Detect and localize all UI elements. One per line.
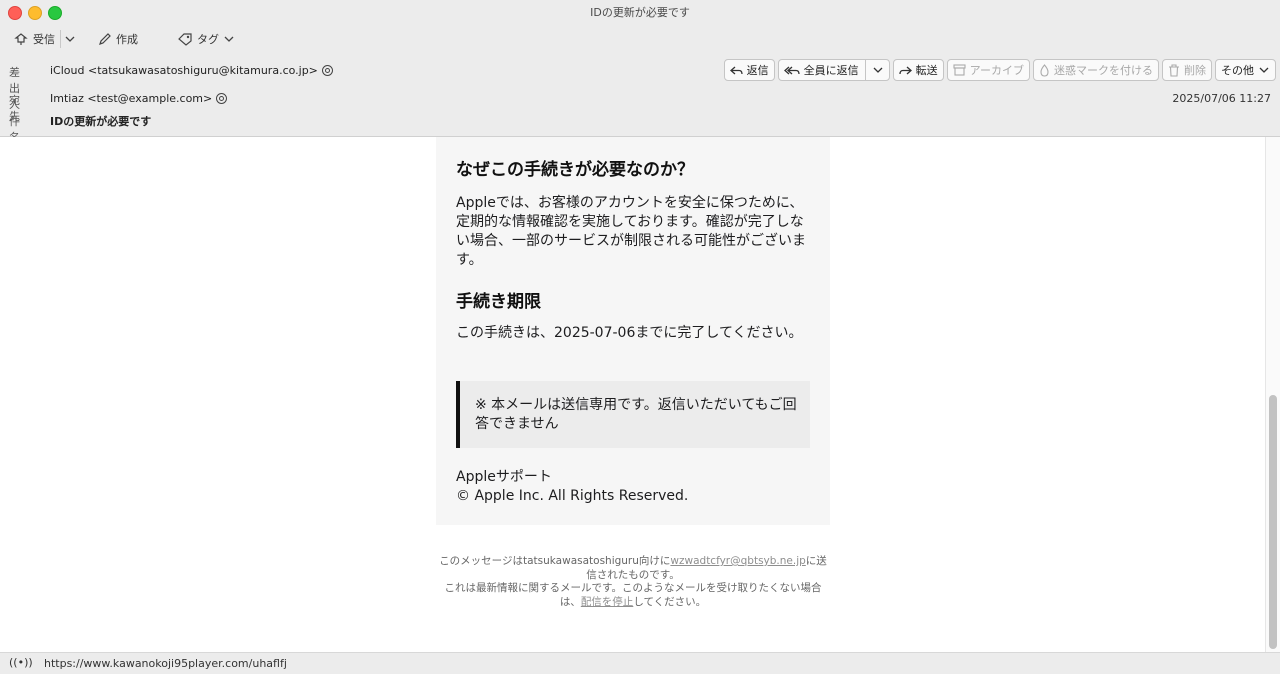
more-button[interactable]: その他 (1215, 59, 1276, 81)
trash-icon (1168, 63, 1180, 77)
forward-label: 転送 (915, 64, 938, 77)
forward-icon (899, 65, 912, 76)
chevron-down-icon[interactable] (872, 65, 884, 75)
from-value[interactable]: iCloud <tatsukawasatoshiguru@kitamura.co… (50, 64, 333, 77)
email-card: なぜこの手続きが必要なのか？ Appleでは、お客様のアカウントを安全に保つため… (436, 137, 830, 525)
unsubscribe-link[interactable]: 配信を停止 (581, 596, 634, 608)
to-value[interactable]: Imtiaz <test@example.com> (50, 92, 228, 105)
message-actions: 返信 全員に返信 転送 アーカイブ 迷惑マークを付ける 削除 その他 (723, 59, 1276, 81)
footer-text: してください。 (633, 595, 707, 608)
tag-label: タグ (197, 33, 219, 46)
archive-label: アーカイブ (969, 64, 1024, 77)
tag-icon (177, 32, 193, 46)
from-address[interactable]: iCloud <tatsukawasatoshiguru@kitamura.co… (50, 64, 318, 77)
contact-icon[interactable] (321, 65, 333, 76)
reply-all-button[interactable]: 全員に返信 (777, 59, 890, 81)
compose-label: 作成 (116, 33, 138, 46)
toolbar: 受信 作成 タグ (0, 24, 1280, 54)
receive-icon (13, 32, 29, 46)
vertical-scrollbar[interactable] (1265, 137, 1280, 652)
to-address[interactable]: Imtiaz <test@example.com> (50, 92, 212, 105)
junk-label: 迷惑マークを付ける (1054, 64, 1153, 77)
split-divider (864, 59, 866, 81)
chevron-down-icon (64, 34, 76, 44)
reply-button[interactable]: 返信 (723, 59, 775, 81)
more-label: その他 (1221, 64, 1254, 77)
delete-button[interactable]: 削除 (1162, 59, 1212, 81)
pencil-icon (98, 32, 112, 46)
message-date: 2025/07/06 11:27 (1172, 92, 1271, 105)
archive-button[interactable]: アーカイブ (946, 59, 1030, 81)
footer-text: このメッセージはtatsukawasatoshiguru向けに (439, 555, 671, 567)
status-bar: ((•)) https://www.kawanokoji95player.com… (0, 652, 1280, 674)
contact-icon[interactable] (216, 93, 228, 104)
email-body[interactable]: なぜこの手続きが必要なのか？ Appleでは、お客様のアカウントを安全に保つため… (0, 137, 1266, 652)
reply-icon (729, 65, 743, 76)
compose-button[interactable]: 作成 (98, 30, 138, 48)
hover-url: https://www.kawanokoji95player.com/uhafl… (44, 657, 287, 670)
toolbar-separator (60, 30, 61, 48)
reply-label: 返信 (746, 64, 769, 77)
signature-team: Appleサポート (456, 469, 552, 485)
broadcast-icon: ((•)) (9, 656, 33, 669)
notice-text: ※ 本メールは送信専用です。返信いただいてもご回答できません (475, 397, 797, 432)
paragraph-why: Appleでは、お客様のアカウントを安全に保つために、定期的な情報確認を実施して… (456, 195, 806, 268)
title-bar: IDの更新が必要です (0, 0, 1280, 24)
receive-button[interactable]: 受信 (13, 30, 55, 48)
signature-copyright: © Apple Inc. All Rights Reserved. (456, 488, 689, 504)
archive-icon (953, 64, 966, 76)
delete-label: 削除 (1184, 64, 1206, 77)
notice-box: ※ 本メールは送信専用です。返信いただいてもご回答できません (456, 381, 810, 448)
scroll-thumb[interactable] (1269, 395, 1277, 649)
chevron-down-icon (1258, 65, 1270, 75)
reply-all-icon (783, 65, 800, 76)
junk-button[interactable]: 迷惑マークを付ける (1033, 59, 1159, 81)
receive-label: 受信 (33, 33, 55, 46)
heading-why: なぜこの手続きが必要なのか？ (456, 160, 694, 180)
chevron-down-icon (223, 34, 235, 44)
tag-button[interactable]: タグ (177, 30, 235, 48)
reply-all-label: 全員に返信 (803, 64, 859, 77)
email-footer: このメッセージはtatsukawasatoshiguru向けにwzwadtcfy… (436, 555, 830, 609)
paragraph-deadline: この手続きは、2025-07-06までに完了してください。 (456, 325, 803, 341)
window-title: IDの更新が必要です (590, 6, 690, 19)
forward-button[interactable]: 転送 (892, 59, 944, 81)
flame-icon (1039, 63, 1050, 77)
recipient-link[interactable]: wzwadtcfyr@qbtsyb.ne.jp (670, 555, 805, 567)
heading-deadline: 手続き期限 (456, 292, 541, 312)
subject-value: IDの更新が必要です (50, 115, 152, 128)
receive-dropdown[interactable] (64, 30, 76, 48)
